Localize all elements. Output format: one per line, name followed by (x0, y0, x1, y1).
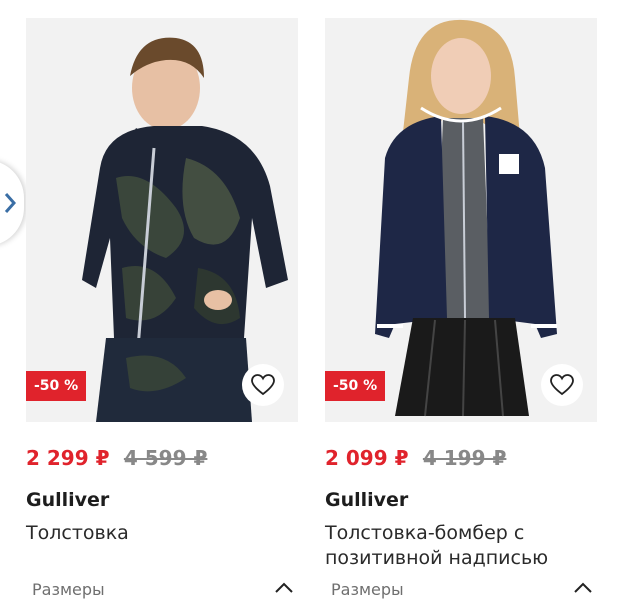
favorite-button[interactable] (242, 364, 284, 406)
price-block: 2 099 ₽ 4 199 ₽ (325, 446, 506, 470)
chevron-up-icon (574, 582, 592, 593)
product-brand[interactable]: Gulliver (26, 489, 109, 511)
price-block: 2 299 ₽ 4 599 ₽ (26, 446, 207, 470)
price-current: 2 099 ₽ (325, 446, 409, 470)
sizes-toggle[interactable]: Размеры (32, 578, 298, 602)
product-image[interactable]: -50 % (26, 18, 298, 422)
price-old: 4 599 ₽ (123, 446, 208, 470)
favorite-button[interactable] (541, 364, 583, 406)
price-old: 4 199 ₽ (422, 446, 507, 470)
product-title[interactable]: Толстовка (26, 521, 298, 546)
discount-badge: -50 % (325, 371, 386, 401)
sizes-toggle[interactable]: Размеры (331, 578, 597, 602)
sizes-label: Размеры (331, 580, 404, 599)
discount-badge: -50 % (26, 371, 87, 401)
product-card[interactable]: -50 % 2 099 ₽ 4 199 ₽ Gulliver Толстовка… (325, 18, 597, 599)
product-image[interactable]: -50 % (325, 18, 597, 422)
carousel-prev-button[interactable] (0, 160, 24, 246)
sizes-label: Размеры (32, 580, 105, 599)
price-current: 2 299 ₽ (26, 446, 110, 470)
product-title[interactable]: Толстовка-бомбер с позитивной надписью (325, 521, 597, 571)
chevron-right-icon (4, 193, 16, 213)
heart-icon (251, 374, 275, 396)
chevron-up-icon (275, 582, 293, 593)
heart-icon (550, 374, 574, 396)
product-card[interactable]: -50 % 2 299 ₽ 4 599 ₽ Gulliver Толстовка… (26, 18, 298, 599)
product-brand[interactable]: Gulliver (325, 489, 408, 511)
